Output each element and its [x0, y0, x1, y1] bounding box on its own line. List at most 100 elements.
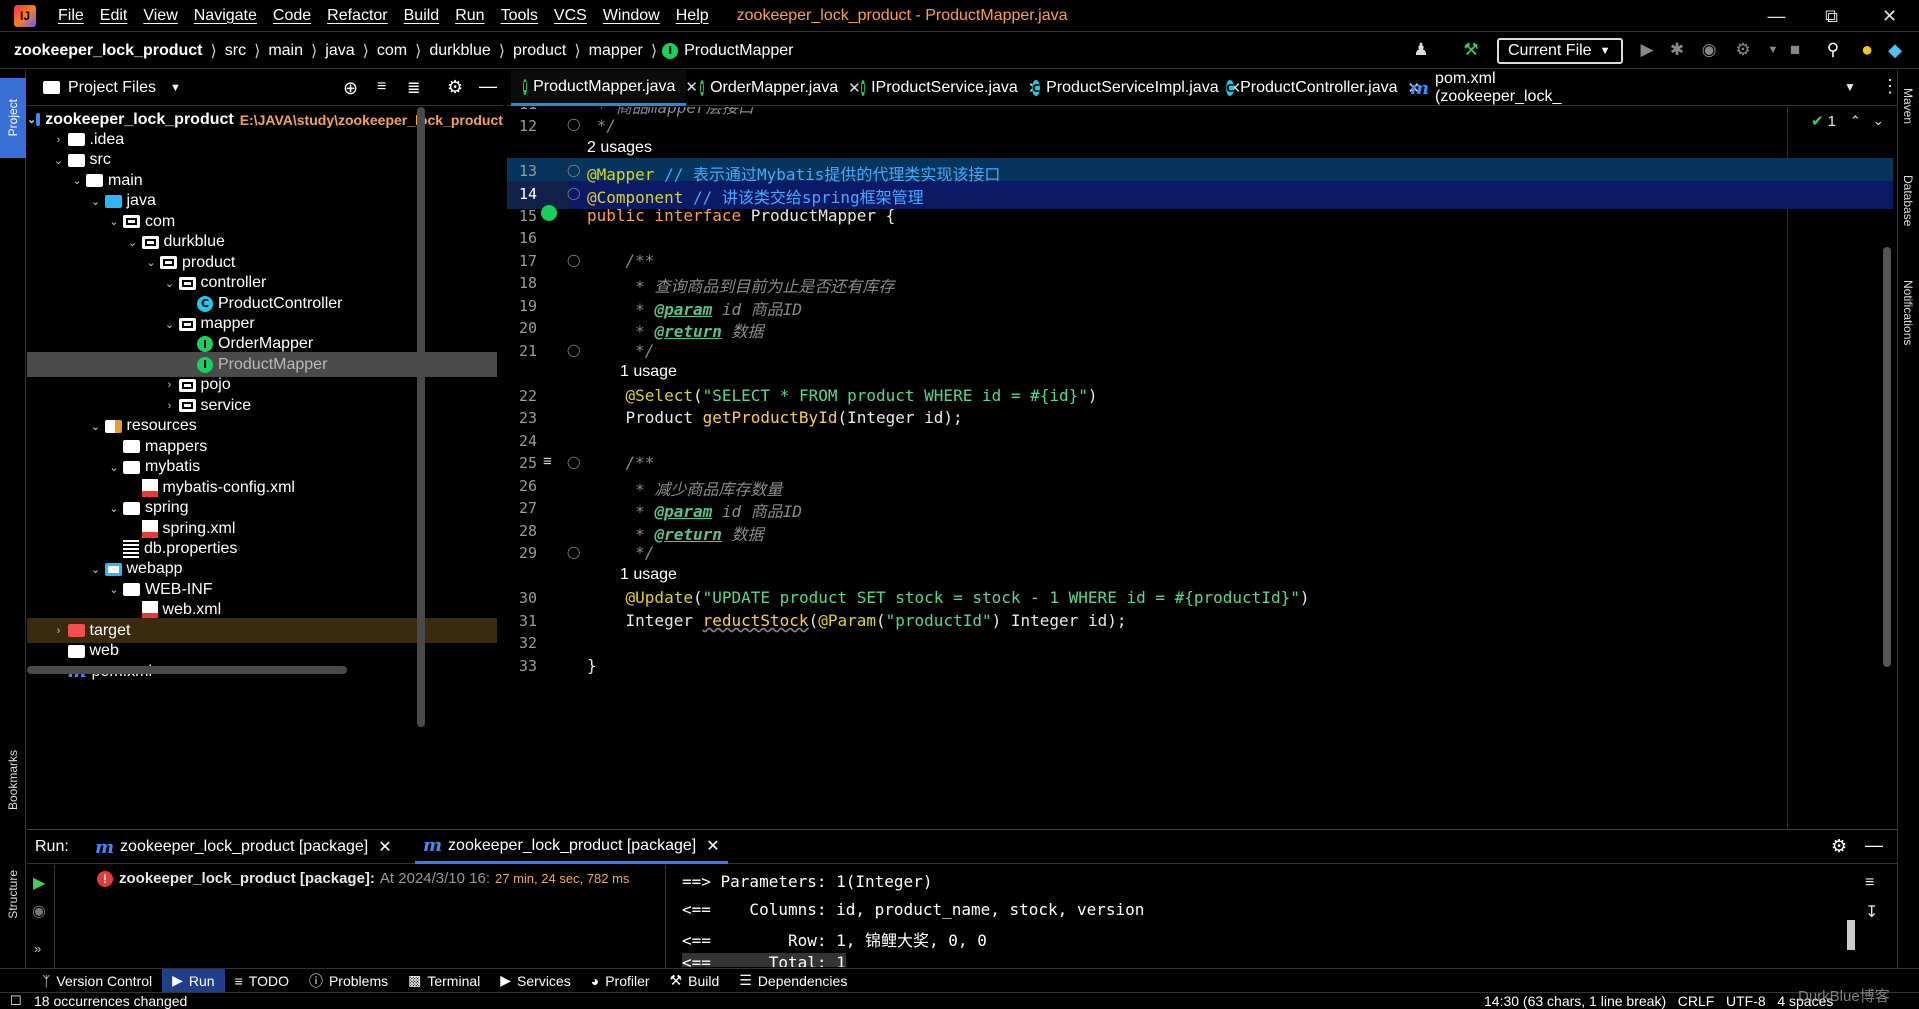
tab-iproductservice[interactable]: I IProductService.java ✕	[849, 70, 1040, 106]
chevron-down-icon[interactable]: ⌄	[105, 583, 123, 596]
breadcrumb-src[interactable]: src	[222, 42, 249, 60]
usages-hint[interactable]: 2 usages	[587, 139, 652, 157]
hide-panel-icon[interactable]: —	[1865, 835, 1883, 856]
soft-wrap-icon[interactable]: ≡	[1865, 874, 1874, 892]
run-tab-1[interactable]: m zookeeper_lock_product [package] ✕	[87, 830, 400, 864]
breadcrumb-productmapper[interactable]: ProductMapper	[678, 42, 796, 60]
coverage-icon[interactable]: ◉	[1698, 39, 1720, 61]
chevron-right-icon[interactable]: ›	[50, 625, 68, 637]
restore-icon[interactable]: ⧉	[1804, 0, 1859, 32]
chevron-down-icon[interactable]: ⌄	[50, 154, 68, 167]
run-config-select[interactable]: Current File ▼	[1497, 38, 1623, 64]
menu-edit[interactable]: Edit	[92, 7, 136, 25]
project-view-selector[interactable]: Project Files	[68, 79, 156, 97]
console-scrollbar[interactable]	[1847, 920, 1855, 950]
fold-icon[interactable]: ◯	[567, 186, 580, 200]
chevron-right-icon[interactable]: ›	[50, 134, 68, 146]
version-control-button[interactable]: ᛉ Version Control	[32, 969, 162, 993]
run-tab-2[interactable]: m zookeeper_lock_product [package] ✕	[415, 830, 728, 864]
fold-icon[interactable]: ◯	[567, 163, 580, 177]
chevron-down-icon[interactable]: ⌄	[1873, 113, 1884, 129]
rendered-doc-toggle-icon[interactable]: ≡	[543, 453, 552, 470]
code-editor[interactable]: ✔ 1 ⌃ ⌄ 11 12 13 14 15 16 17 18 19 20 21…	[507, 107, 1897, 827]
splitter[interactable]	[665, 865, 666, 969]
updates-icon[interactable]: ●	[1856, 39, 1878, 61]
breadcrumb-mapper[interactable]: mapper	[586, 42, 646, 60]
more-run-caret-icon[interactable]: ▼	[1762, 39, 1784, 61]
chevron-down-icon[interactable]: ⌄	[87, 195, 105, 208]
breadcrumb-com[interactable]: com	[374, 42, 410, 60]
debug-icon[interactable]: ✱	[1666, 39, 1688, 61]
menu-file[interactable]: File	[50, 7, 92, 25]
build-button[interactable]: ⚒ Build	[660, 969, 730, 993]
chevron-down-icon[interactable]: ⌄	[105, 461, 123, 474]
structure-tool-button[interactable]: Structure	[6, 870, 20, 923]
breadcrumb-durkblue[interactable]: durkblue	[426, 42, 493, 60]
chevron-up-icon[interactable]: ⌃	[1850, 113, 1861, 129]
minimize-icon[interactable]: —	[1749, 0, 1804, 32]
fold-icon[interactable]: ◯	[567, 455, 580, 469]
close-tab-icon[interactable]: ✕	[706, 836, 719, 856]
close-tab-icon[interactable]: ✕	[378, 837, 391, 857]
chevron-right-icon[interactable]: ›	[161, 400, 179, 412]
menu-help[interactable]: Help	[668, 7, 717, 25]
jetbrains-ai-icon[interactable]: ◆	[1884, 39, 1906, 61]
collapse-all-icon[interactable]: ≣	[407, 78, 420, 98]
tab-productmapper[interactable]: I ProductMapper.java ✕	[511, 70, 698, 106]
caret-down-icon[interactable]: ▼	[170, 82, 181, 94]
implemented-marker-icon[interactable]	[541, 205, 557, 221]
locate-icon[interactable]: ⊕	[343, 78, 358, 99]
chevron-down-icon[interactable]: ⌄	[87, 420, 105, 433]
profile-icon[interactable]: ⚙	[1732, 39, 1754, 61]
tab-list-caret-icon[interactable]: ▼	[1844, 80, 1856, 94]
tab-ordermapper[interactable]: I OrderMapper.java ✕	[688, 70, 861, 106]
tree-hscrollbar[interactable]	[27, 666, 347, 674]
chevron-down-icon[interactable]: ⌄	[142, 256, 160, 269]
stop-icon[interactable]: ■	[1784, 39, 1806, 61]
more-actions-icon[interactable]: »	[34, 941, 41, 956]
menu-tools[interactable]: Tools	[493, 7, 546, 25]
menu-run[interactable]: Run	[447, 7, 492, 25]
tab-pom[interactable]: m pom.xml (zookeeper_lock_	[1398, 70, 1618, 106]
notifications-tool-button[interactable]: Notifications	[1901, 280, 1915, 345]
dependencies-button[interactable]: ☰ Dependencies	[729, 969, 857, 993]
run-tree-item[interactable]: ! zookeeper_lock_product [package]: At 2…	[97, 870, 629, 887]
chevron-down-icon[interactable]: ⌄	[105, 215, 123, 228]
status-right-info[interactable]: 14:30 (63 chars, 1 line break) CRLF UTF-…	[1484, 993, 1833, 1009]
chevron-down-icon[interactable]: ⌄	[161, 277, 179, 290]
chevron-down-icon[interactable]: ⌄	[87, 563, 105, 576]
bookmarks-tool-button[interactable]: Bookmarks	[6, 750, 20, 814]
fold-icon[interactable]: ◯	[567, 545, 580, 559]
breadcrumb-main[interactable]: main	[265, 42, 306, 60]
editor-scrollbar[interactable]	[1883, 247, 1891, 667]
tab-productserviceimpl[interactable]: C ProductServiceImpl.java ✕	[1020, 70, 1241, 106]
close-icon[interactable]: ✕	[1862, 0, 1917, 32]
usages-hint[interactable]: 1 usage	[620, 566, 677, 584]
status-message[interactable]: 18 occurrences changed	[34, 993, 187, 1009]
profiler-button[interactable]: ◕ Profiler	[581, 969, 660, 993]
menu-navigate[interactable]: Navigate	[186, 7, 265, 25]
chevron-down-icon[interactable]: ⌄	[27, 113, 36, 126]
services-button[interactable]: ▶ Services	[490, 969, 580, 993]
maven-tool-button[interactable]: Maven	[1901, 88, 1915, 124]
project-tool-button[interactable]: Project	[0, 78, 26, 158]
gear-icon[interactable]: ⚙	[447, 77, 463, 98]
inspection-widget[interactable]: ✔ 1 ⌃ ⌄	[1811, 107, 1884, 148]
search-icon[interactable]: ⚲	[1822, 39, 1844, 61]
menu-window[interactable]: Window	[595, 7, 668, 25]
hide-panel-icon[interactable]: —	[479, 76, 497, 97]
fold-icon[interactable]: ◯	[567, 343, 580, 357]
tree-scrollbar[interactable]	[417, 107, 425, 727]
gear-icon[interactable]: ⚙	[1831, 836, 1847, 857]
breadcrumb-java[interactable]: java	[322, 42, 357, 60]
chevron-right-icon[interactable]: ›	[161, 379, 179, 391]
chevron-down-icon[interactable]: ⌄	[161, 318, 179, 331]
tab-productcontroller[interactable]: C ProductController.java ✕	[1214, 70, 1420, 106]
database-tool-button[interactable]: Database	[1901, 175, 1915, 226]
menu-code[interactable]: Code	[265, 7, 319, 25]
usages-hint[interactable]: 1 usage	[620, 363, 677, 381]
chevron-down-icon[interactable]: ⌄	[68, 174, 86, 187]
menu-build[interactable]: Build	[396, 7, 448, 25]
build-hammer-icon[interactable]: ⚒	[1460, 39, 1482, 61]
run-icon[interactable]: ▶	[1636, 39, 1658, 61]
